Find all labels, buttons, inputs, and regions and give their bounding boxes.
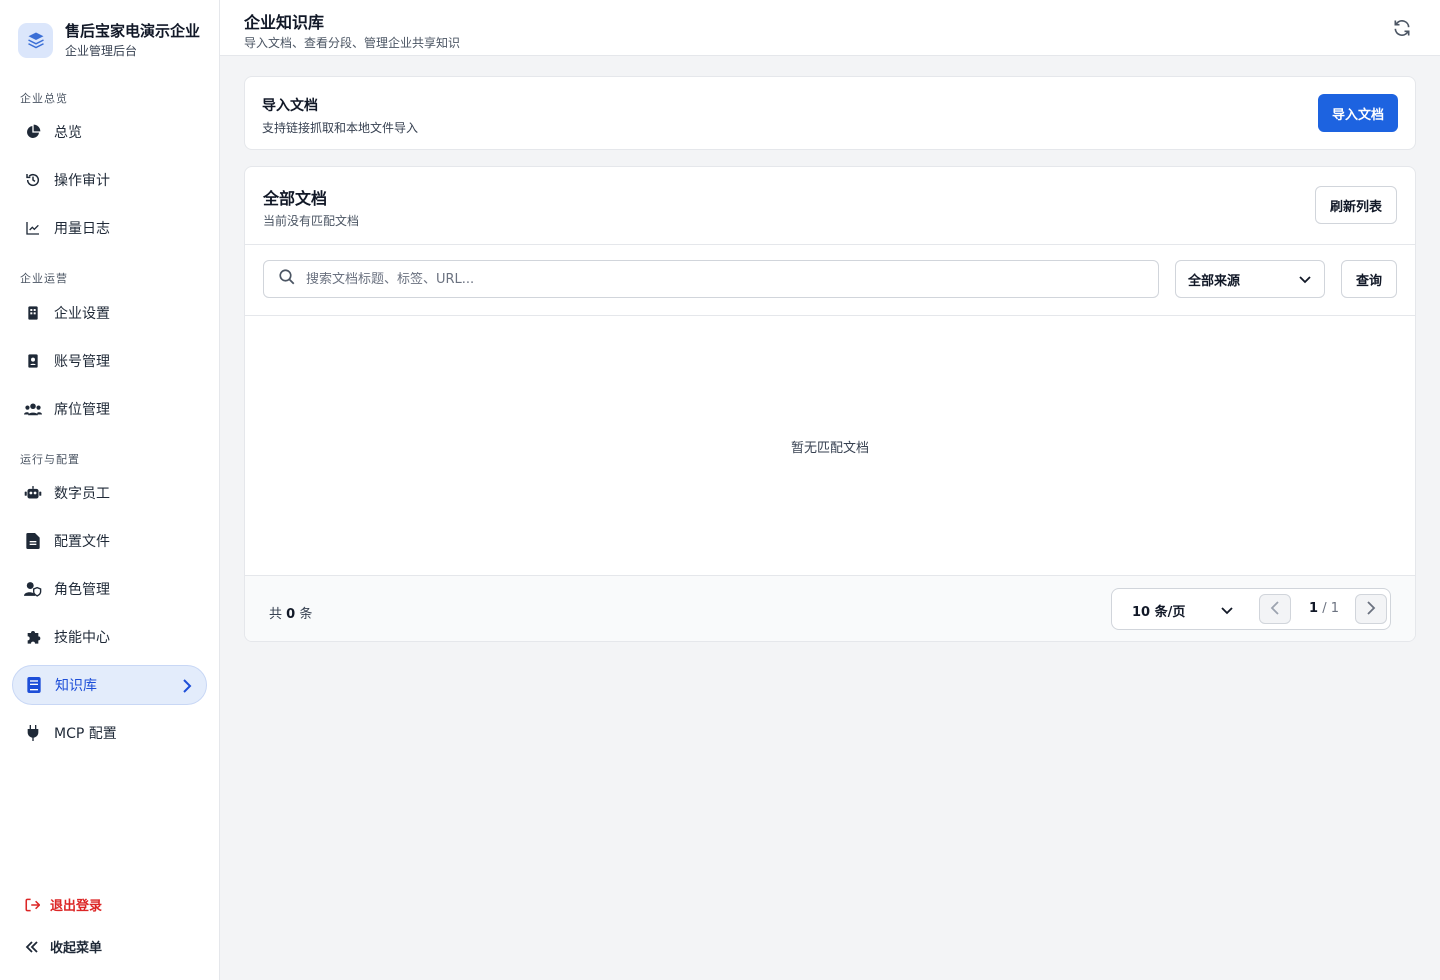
prev-page-button[interactable] xyxy=(1259,594,1291,624)
sidebar-item-accounts[interactable]: 账号管理 xyxy=(12,341,207,381)
pagination-bar: 共 0 条 10 条/页 1 / 1 xyxy=(245,575,1415,641)
sidebar-item-overview[interactable]: 总览 xyxy=(12,112,207,152)
sidebar-item-label: 席位管理 xyxy=(54,402,110,418)
import-card-title: 导入文档 xyxy=(262,98,318,114)
section-label-overview: 企业总览 xyxy=(20,92,68,105)
robot-icon xyxy=(24,484,42,502)
sidebar-item-knowledge-base[interactable]: 知识库 xyxy=(12,665,207,705)
logout-button[interactable]: 退出登录 xyxy=(24,895,102,914)
sidebar-item-skills[interactable]: 技能中心 xyxy=(12,617,207,657)
total-prefix: 共 xyxy=(269,607,283,622)
search-icon xyxy=(278,268,296,290)
search-box xyxy=(263,260,1159,298)
total-pages: 1 xyxy=(1330,601,1339,616)
layers-icon xyxy=(18,22,53,58)
sidebar-item-label: 用量日志 xyxy=(54,221,110,237)
chevron-left-icon xyxy=(1270,600,1280,619)
pie-chart-icon xyxy=(24,123,42,141)
sidebar-item-digital-staff[interactable]: 数字员工 xyxy=(12,473,207,513)
sidebar-item-audit[interactable]: 操作审计 xyxy=(12,160,207,200)
line-chart-icon xyxy=(24,219,42,237)
total-suffix: 条 xyxy=(299,607,313,622)
sidebar-item-label: 角色管理 xyxy=(54,582,110,598)
chevron-right-icon xyxy=(1366,600,1376,619)
collapse-label: 收起菜单 xyxy=(50,941,103,956)
brand-name: 售后宝家电演示企业 xyxy=(65,22,201,40)
file-icon xyxy=(24,532,42,550)
id-badge-icon xyxy=(24,352,42,370)
import-document-button[interactable]: 导入文档 xyxy=(1318,94,1398,132)
page-subtitle: 导入文档、查看分段、管理企业共享知识 xyxy=(244,36,461,50)
user-shield-icon xyxy=(24,580,42,598)
source-select[interactable]: 全部来源 xyxy=(1175,260,1325,298)
page-separator: / xyxy=(1322,601,1327,616)
sidebar-item-enterprise-settings[interactable]: 企业设置 xyxy=(12,293,207,333)
import-card: 导入文档 支持链接抓取和本地文件导入 导入文档 xyxy=(244,76,1416,150)
page-indicator: 1 / 1 xyxy=(1302,601,1346,616)
divider xyxy=(245,315,1415,316)
collapse-menu-button[interactable]: 收起菜单 xyxy=(24,937,102,956)
sidebar-item-seats[interactable]: 席位管理 xyxy=(12,389,207,429)
refresh-list-button[interactable]: 刷新列表 xyxy=(1315,186,1397,224)
sidebar-item-usage-log[interactable]: 用量日志 xyxy=(12,208,207,248)
documents-subtitle: 当前没有匹配文档 xyxy=(263,214,360,228)
sidebar-item-label: 技能中心 xyxy=(54,630,110,646)
logout-label: 退出登录 xyxy=(50,899,103,914)
sidebar-item-label: MCP 配置 xyxy=(54,726,117,742)
total-count-text: 共 0 条 xyxy=(269,603,312,622)
current-page: 1 xyxy=(1309,601,1319,616)
chevron-down-icon[interactable] xyxy=(1220,603,1234,622)
section-label-runtime: 运行与配置 xyxy=(20,453,80,466)
puzzle-icon xyxy=(24,628,42,646)
source-select-value: 全部来源 xyxy=(1188,273,1241,289)
logout-icon xyxy=(24,897,40,913)
section-label-operations: 企业运营 xyxy=(20,272,68,285)
page-size-select[interactable]: 10 条/页 xyxy=(1132,601,1185,620)
brand: 售后宝家电演示企业 企业管理后台 xyxy=(18,22,200,58)
sidebar-item-label: 账号管理 xyxy=(54,354,110,370)
page-header: 企业知识库 导入文档、查看分段、管理企业共享知识 xyxy=(220,0,1440,56)
history-icon xyxy=(24,171,42,189)
sidebar-item-label: 知识库 xyxy=(55,678,97,694)
total-count: 0 xyxy=(286,607,296,622)
users-icon xyxy=(24,400,42,418)
book-icon xyxy=(25,676,43,694)
divider xyxy=(245,244,1415,245)
plug-icon xyxy=(24,724,42,742)
pager: 10 条/页 1 / 1 xyxy=(1111,588,1391,630)
empty-state-text: 暂无匹配文档 xyxy=(790,441,869,456)
building-icon xyxy=(24,304,42,322)
sidebar-item-label: 数字员工 xyxy=(54,486,110,502)
sidebar-item-label: 操作审计 xyxy=(54,173,110,189)
sidebar-item-mcp[interactable]: MCP 配置 xyxy=(12,713,207,753)
page-title: 企业知识库 xyxy=(244,13,325,32)
brand-subtitle: 企业管理后台 xyxy=(65,44,138,58)
sidebar-item-label: 配置文件 xyxy=(54,534,110,550)
documents-card: 全部文档 当前没有匹配文档 刷新列表 全部来源 查询 暂无匹配文档 共 0 条 … xyxy=(244,166,1416,642)
import-card-subtitle: 支持链接抓取和本地文件导入 xyxy=(262,121,419,135)
query-button[interactable]: 查询 xyxy=(1341,260,1397,298)
double-chevron-left-icon xyxy=(24,939,40,955)
chevron-down-icon xyxy=(1298,273,1312,291)
refresh-icon[interactable] xyxy=(1392,18,1412,38)
next-page-button[interactable] xyxy=(1355,594,1387,624)
sidebar-item-config-files[interactable]: 配置文件 xyxy=(12,521,207,561)
sidebar: 售后宝家电演示企业 企业管理后台 企业总览 总览 操作审计 用量日志 企业运营 … xyxy=(0,0,220,980)
chevron-right-icon xyxy=(182,678,192,697)
sidebar-item-label: 总览 xyxy=(54,125,82,141)
search-input[interactable] xyxy=(306,271,1146,287)
sidebar-item-label: 企业设置 xyxy=(54,306,110,322)
sidebar-item-roles[interactable]: 角色管理 xyxy=(12,569,207,609)
documents-title: 全部文档 xyxy=(263,189,328,208)
